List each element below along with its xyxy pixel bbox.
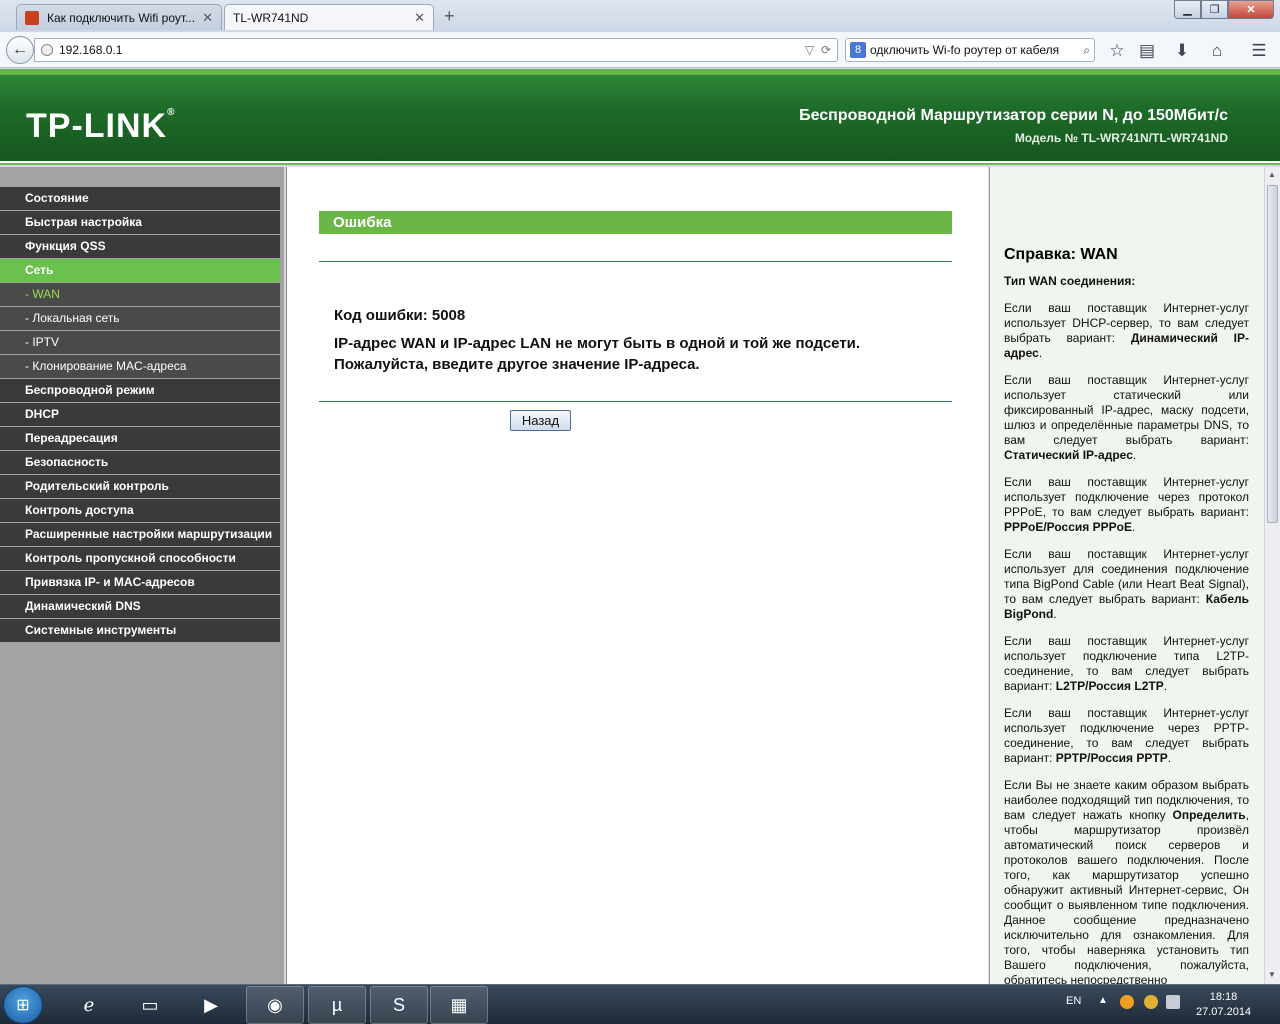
sidebar-item-ip-mac-binding[interactable]: Привязка IP- и MAC-адресов	[0, 571, 280, 595]
back-button[interactable]: Назад	[510, 410, 571, 431]
new-tab-button[interactable]: +	[444, 6, 455, 27]
sidebar-item-wireless[interactable]: Беспроводной режим	[0, 379, 280, 403]
sidebar-item-forwarding[interactable]: Переадресация	[0, 427, 280, 451]
firefox-icon[interactable]: ◉	[246, 986, 304, 1024]
scroll-thumb[interactable]	[1267, 185, 1278, 523]
globe-icon	[41, 44, 53, 56]
window-close-button[interactable]: ✕	[1228, 0, 1274, 19]
help-paragraph-bigpond: Если ваш поставщик Интернет-услуг исполь…	[1004, 547, 1249, 621]
search-icon[interactable]: ⌕	[1083, 43, 1090, 58]
system-clock[interactable]: 18:18 27.07.2014	[1196, 990, 1251, 1020]
sidebar-item-bandwidth-control[interactable]: Контроль пропускной способности	[0, 547, 280, 571]
media-player-icon[interactable]: ▶	[182, 986, 240, 1024]
sidebar-subitem-wan[interactable]: - WAN	[0, 283, 280, 307]
error-message-line-2: Пожалуйста, введите другое значение IP-а…	[334, 356, 700, 373]
sidebar-item-qss[interactable]: Функция QSS	[0, 235, 280, 259]
search-text: одключить Wi-fo роутер от кабеля	[870, 43, 1060, 57]
clock-date: 27.07.2014	[1196, 1006, 1252, 1018]
menu-icon[interactable]: ☰	[1248, 40, 1270, 62]
sidebar-item-advanced-routing[interactable]: Расширенные настройки маршрутизации	[0, 523, 280, 547]
sidebar-item-system-tools[interactable]: Системные инструменты	[0, 619, 280, 643]
main-content: Ошибка Код ошибки: 5008 IP-адрес WAN и I…	[286, 167, 988, 984]
tray-expand-icon[interactable]: ▲	[1098, 995, 1108, 1006]
model-number: Модель № TL-WR741N/TL-WR741ND	[1014, 131, 1228, 145]
close-tab-icon[interactable]: ✕	[202, 10, 213, 26]
header-divider	[0, 161, 1280, 165]
help-paragraph-static: Если ваш поставщик Интернет-услуг исполь…	[1004, 373, 1249, 462]
sidebar: Состояние Быстрая настройка Функция QSS …	[0, 167, 284, 984]
tray-notification-icon[interactable]	[1144, 995, 1158, 1009]
tp-link-logo: TP-LINK®	[26, 107, 176, 145]
divider-top	[319, 261, 952, 262]
scroll-down-arrow-icon[interactable]: ▼	[1268, 970, 1276, 979]
language-indicator[interactable]: EN	[1066, 995, 1081, 1007]
tab-title: Как подключить Wifi роут...	[47, 10, 196, 25]
sidebar-item-network[interactable]: Сеть	[0, 259, 280, 283]
divider-bottom	[319, 401, 952, 402]
clock-time: 18:18	[1209, 991, 1238, 1003]
sidebar-subitem-lan[interactable]: - Локальная сеть	[0, 307, 280, 331]
back-arrow-icon[interactable]: ←	[6, 36, 34, 64]
error-message-line-1: IP-адрес WAN и IP-адрес LAN не могут быт…	[334, 335, 861, 352]
reload-icon[interactable]: ▽ ⟳	[805, 43, 831, 57]
site-favicon-icon	[25, 10, 39, 25]
skype-icon[interactable]: S	[370, 986, 428, 1024]
internet-explorer-icon[interactable]: ℯ	[60, 986, 118, 1024]
scroll-up-arrow-icon[interactable]: ▲	[1268, 170, 1276, 179]
search-input[interactable]: 8 одключить Wi-fo роутер от кабеля ⌕	[845, 38, 1095, 62]
window-minimize-button[interactable]: ▁	[1174, 0, 1201, 19]
sidebar-item-ddns[interactable]: Динамический DNS	[0, 595, 280, 619]
help-paragraph-pptp: Если ваш поставщик Интернет-услуг исполь…	[1004, 706, 1249, 765]
sidebar-item-dhcp[interactable]: DHCP	[0, 403, 280, 427]
help-panel: Справка: WAN Тип WAN соединения: Если ва…	[989, 167, 1264, 984]
browser-tab-1[interactable]: Как подключить Wifi роут... ✕	[16, 4, 222, 30]
help-paragraph-detect: Если Вы не знаете каким образом выбрать …	[1004, 778, 1249, 984]
home-icon[interactable]: ⌂	[1206, 40, 1228, 62]
router-header: TP-LINK® Беспроводной Маршрутизатор сери…	[0, 69, 1280, 161]
remote-desktop-icon[interactable]: ▦	[430, 986, 488, 1024]
error-title-bar: Ошибка	[319, 211, 952, 234]
bookmark-star-icon[interactable]: ☆	[1106, 40, 1128, 62]
network-icon[interactable]	[1166, 995, 1180, 1009]
search-engine-icon[interactable]: 8	[850, 42, 866, 58]
bookmarks-list-icon[interactable]: ▤	[1136, 40, 1158, 62]
help-paragraph-pppoe: Если ваш поставщик Интернет-услуг исполь…	[1004, 475, 1249, 534]
utorrent-icon[interactable]: µ	[308, 986, 366, 1024]
tab-title: TL-WR741ND	[233, 10, 309, 25]
error-code: Код ошибки: 5008	[334, 307, 466, 324]
sidebar-subitem-mac-clone[interactable]: - Клонирование MAC-адреса	[0, 355, 280, 379]
sidebar-item-quick-setup[interactable]: Быстрая настройка	[0, 211, 280, 235]
start-button[interactable]: ⊞	[3, 986, 43, 1024]
sidebar-item-status[interactable]: Состояние	[0, 187, 280, 211]
help-scrollbar[interactable]: ▲ ▼	[1264, 167, 1280, 984]
sidebar-item-access-control[interactable]: Контроль доступа	[0, 499, 280, 523]
product-title: Беспроводной Маршрутизатор серии N, до 1…	[799, 107, 1228, 124]
close-tab-icon[interactable]: ✕	[414, 10, 425, 26]
window-maximize-button[interactable]: ❐	[1201, 0, 1228, 19]
browser-tab-2-active[interactable]: TL-WR741ND ✕	[224, 4, 434, 30]
url-text: 192.168.0.1	[59, 43, 123, 57]
file-explorer-icon[interactable]: ▭	[121, 986, 179, 1024]
help-paragraph-dhcp: Если ваш поставщик Интернет-услуг исполь…	[1004, 301, 1250, 360]
help-content: Справка: WAN Тип WAN соединения: Если ва…	[1004, 245, 1249, 984]
sidebar-menu: Состояние Быстрая настройка Функция QSS …	[0, 187, 280, 643]
address-bar[interactable]: 192.168.0.1 ▽ ⟳	[34, 38, 838, 62]
downloads-icon[interactable]: ⬇	[1171, 40, 1193, 62]
sidebar-item-parental-control[interactable]: Родительский контроль	[0, 475, 280, 499]
tray-app-icon[interactable]	[1120, 995, 1134, 1009]
help-paragraph-l2tp: Если ваш поставщик Интернет-услуг исполь…	[1004, 634, 1249, 693]
sidebar-subitem-iptv[interactable]: - IPTV	[0, 331, 280, 355]
sidebar-item-security[interactable]: Безопасность	[0, 451, 280, 475]
help-title: Справка: WAN	[1004, 246, 1118, 263]
help-subtitle: Тип WAN соединения:	[1004, 274, 1136, 288]
